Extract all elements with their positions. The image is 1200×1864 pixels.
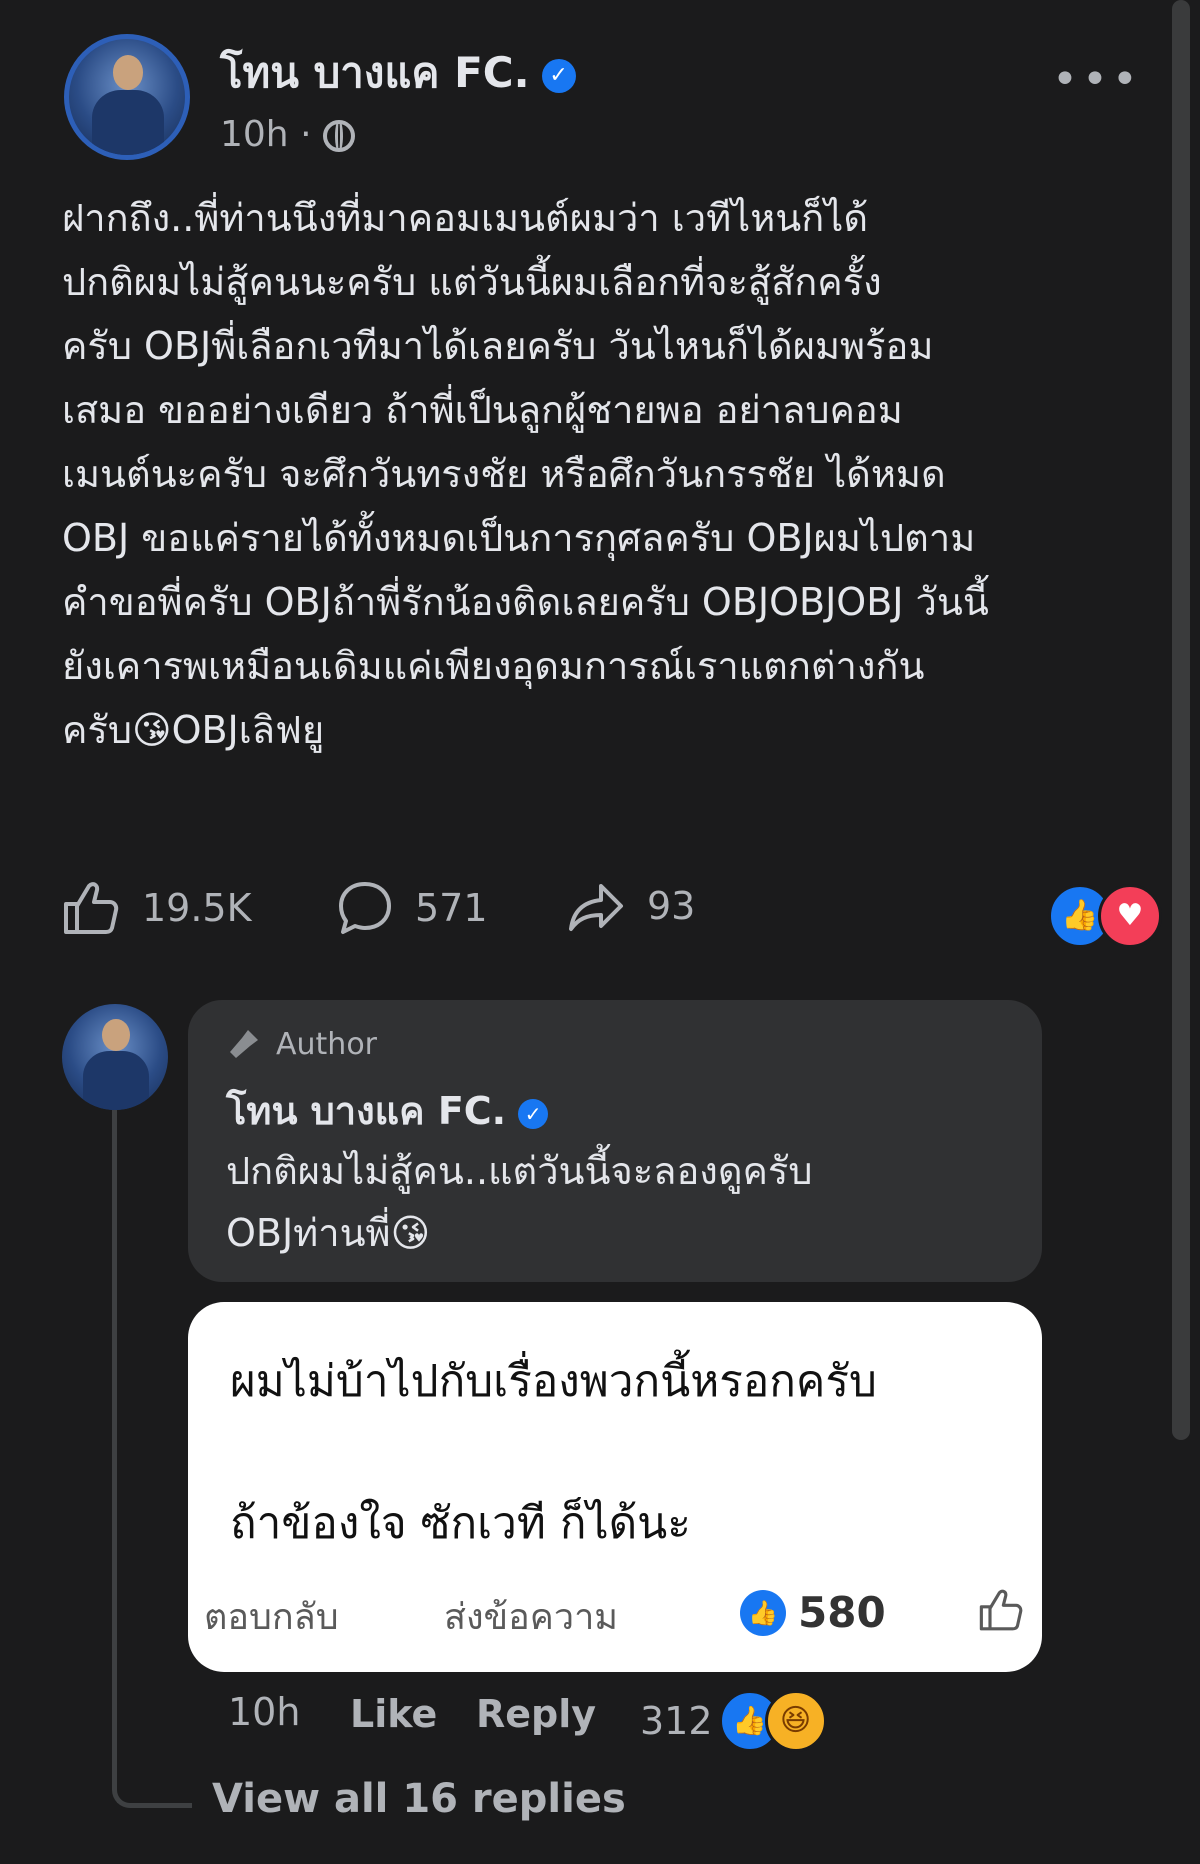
post-stats-bar: 19.5K 571 93 👍 ♥ xyxy=(62,880,1162,950)
quoted-comment-actions: ตอบกลับ ส่งข้อความ 👍 580 xyxy=(204,1588,1024,1648)
like-action[interactable]: 19.5K xyxy=(62,880,252,936)
quoted-like-count-value: 580 xyxy=(798,1588,886,1637)
reply-thread-line xyxy=(112,1110,192,1808)
more-options-icon[interactable]: ••• xyxy=(1052,58,1142,102)
post-author-name[interactable]: โทน บางแค FC. ✓ xyxy=(220,40,576,106)
comment-action[interactable]: 571 xyxy=(337,880,488,936)
comment-author-name[interactable]: โทน บางแค FC. ✓ xyxy=(226,1080,549,1141)
post-author-name-text: โทน บางแค FC. xyxy=(220,48,530,97)
comment-like-button[interactable]: Like xyxy=(350,1692,437,1736)
haha-reaction-icon: 😆 xyxy=(764,1690,827,1752)
comment-author-avatar[interactable] xyxy=(62,1004,168,1110)
share-action[interactable]: 93 xyxy=(567,880,695,932)
thumbs-up-icon xyxy=(64,882,119,934)
meta-separator: · xyxy=(300,114,312,155)
comment-footer: 10h Like Reply 312 👍 😆 xyxy=(228,1690,1048,1760)
post-time[interactable]: 10h xyxy=(220,114,289,155)
like-count: 19.5K xyxy=(142,886,252,930)
author-badge: Author xyxy=(226,1026,377,1062)
comment-text: ปกติผมไม่สู้คน..แต่วันนี้จะลองดูครับ OBJ… xyxy=(226,1149,813,1255)
quoted-reply-button[interactable]: ตอบกลับ xyxy=(204,1588,339,1645)
comment-bubble: Author โทน บางแค FC. ✓ ปกติผมไม่สู้คน..แต… xyxy=(188,1000,1042,1282)
share-arrow-icon xyxy=(569,884,623,931)
author-badge-label: Author xyxy=(276,1026,378,1062)
love-reaction-icon: ♥ xyxy=(1098,884,1162,948)
share-count: 93 xyxy=(647,884,696,928)
thumbs-up-icon[interactable] xyxy=(978,1588,1024,1632)
avatar-body xyxy=(83,1050,149,1110)
quoted-comment-line-1: ผมไม่บ้าไปกับเรื่องพวกนี้หรอกครับ xyxy=(230,1356,877,1407)
avatar-head xyxy=(113,55,144,91)
comment-time[interactable]: 10h xyxy=(228,1690,300,1734)
verified-badge-icon: ✓ xyxy=(518,1098,549,1129)
verified-badge-icon: ✓ xyxy=(541,58,576,93)
comment-reaction-count: 312 xyxy=(640,1699,713,1743)
like-reaction-icon: 👍 xyxy=(740,1589,786,1636)
quoted-message-button[interactable]: ส่งข้อความ xyxy=(444,1588,618,1645)
scrollbar[interactable] xyxy=(1172,0,1190,1440)
post-body-text: ฝากถึง..พี่ท่านนึงที่มาคอมเมนต์ผมว่า เวท… xyxy=(62,196,989,752)
avatar-head xyxy=(102,1018,130,1051)
quoted-comment-line-2: ถ้าข้องใจ ซักเวที ก็ได้นะ xyxy=(230,1498,691,1549)
comment-bubble-icon xyxy=(339,882,391,934)
quoted-comment-card: ผมไม่บ้าไปกับเรื่องพวกนี้หรอกครับ ถ้าข้อ… xyxy=(188,1302,1042,1672)
post-author-avatar[interactable] xyxy=(64,34,190,160)
microphone-icon xyxy=(230,1030,258,1058)
avatar-body xyxy=(92,90,165,155)
globe-icon xyxy=(322,120,355,152)
comment-author-name-text: โทน บางแค FC. xyxy=(226,1089,507,1133)
comment-reply-button[interactable]: Reply xyxy=(476,1692,596,1736)
comment-count: 571 xyxy=(415,886,488,930)
reaction-summary[interactable]: 👍 ♥ xyxy=(1048,884,1162,948)
view-all-replies-link[interactable]: View all 16 replies xyxy=(212,1776,626,1822)
post-meta: 10h · xyxy=(220,114,355,155)
comment-reaction-summary[interactable]: 312 👍 😆 xyxy=(640,1690,827,1752)
quoted-like-count: 👍 580 xyxy=(740,1588,886,1637)
